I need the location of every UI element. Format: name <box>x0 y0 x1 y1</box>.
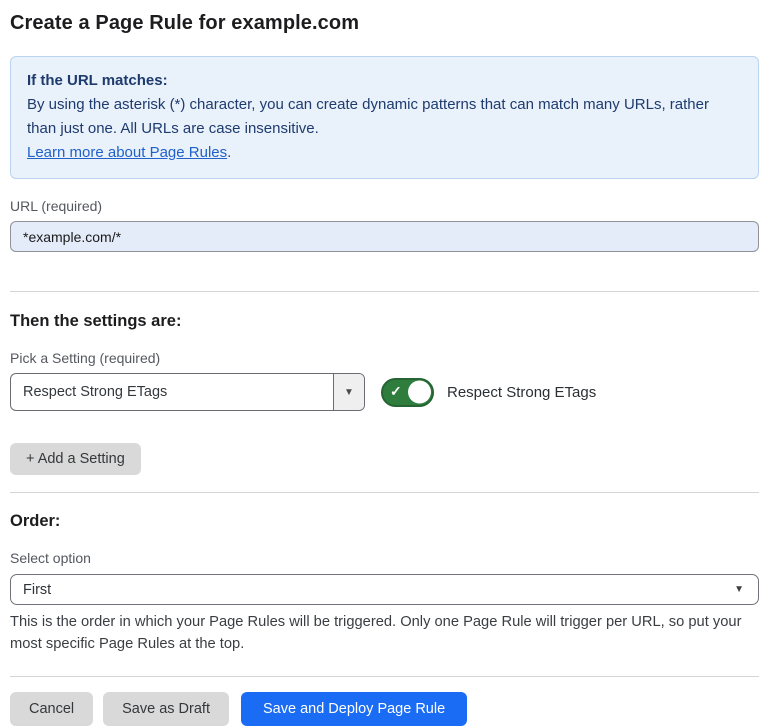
cancel-button[interactable]: Cancel <box>10 692 93 726</box>
order-select-label: Select option <box>10 550 759 566</box>
divider <box>10 676 759 677</box>
learn-more-link[interactable]: Learn more about Page Rules <box>27 144 227 161</box>
setting-dropdown[interactable]: Respect Strong ETags ▼ <box>10 373 365 411</box>
setting-row: Respect Strong ETags ▼ ✓ Respect Strong … <box>10 373 759 411</box>
order-section-heading: Order: <box>10 512 759 531</box>
respect-strong-etags-toggle[interactable]: ✓ <box>381 378 434 407</box>
save-as-draft-button[interactable]: Save as Draft <box>103 692 229 726</box>
info-box-link-line: Learn more about Page Rules. <box>27 141 742 165</box>
order-select[interactable]: First ▼ <box>10 574 759 605</box>
url-input[interactable] <box>10 221 759 252</box>
link-period: . <box>227 144 231 161</box>
url-field-label: URL (required) <box>10 198 759 214</box>
info-box-body: By using the asterisk (*) character, you… <box>27 93 742 141</box>
divider <box>10 291 759 292</box>
chevron-down-icon: ▼ <box>734 584 744 595</box>
add-setting-button[interactable]: + Add a Setting <box>10 443 141 475</box>
order-help-text: This is the order in which your Page Rul… <box>10 611 759 655</box>
check-icon: ✓ <box>390 383 402 400</box>
setting-dropdown-value: Respect Strong ETags <box>11 374 333 410</box>
create-page-rule-form: Create a Page Rule for example.com If th… <box>0 0 769 726</box>
divider <box>10 492 759 493</box>
info-box-heading: If the URL matches: <box>27 69 742 93</box>
order-select-value: First <box>23 582 734 598</box>
setting-dropdown-arrow-button[interactable]: ▼ <box>333 374 364 410</box>
toggle-knob <box>408 381 431 404</box>
pick-setting-label: Pick a Setting (required) <box>10 350 759 366</box>
save-and-deploy-button[interactable]: Save and Deploy Page Rule <box>241 692 467 726</box>
url-match-info-box: If the URL matches: By using the asteris… <box>10 56 759 179</box>
settings-section-heading: Then the settings are: <box>10 312 759 331</box>
footer-button-row: Cancel Save as Draft Save and Deploy Pag… <box>10 692 759 726</box>
chevron-down-icon: ▼ <box>344 387 354 398</box>
page-title: Create a Page Rule for example.com <box>10 12 759 35</box>
toggle-label: Respect Strong ETags <box>447 384 596 401</box>
